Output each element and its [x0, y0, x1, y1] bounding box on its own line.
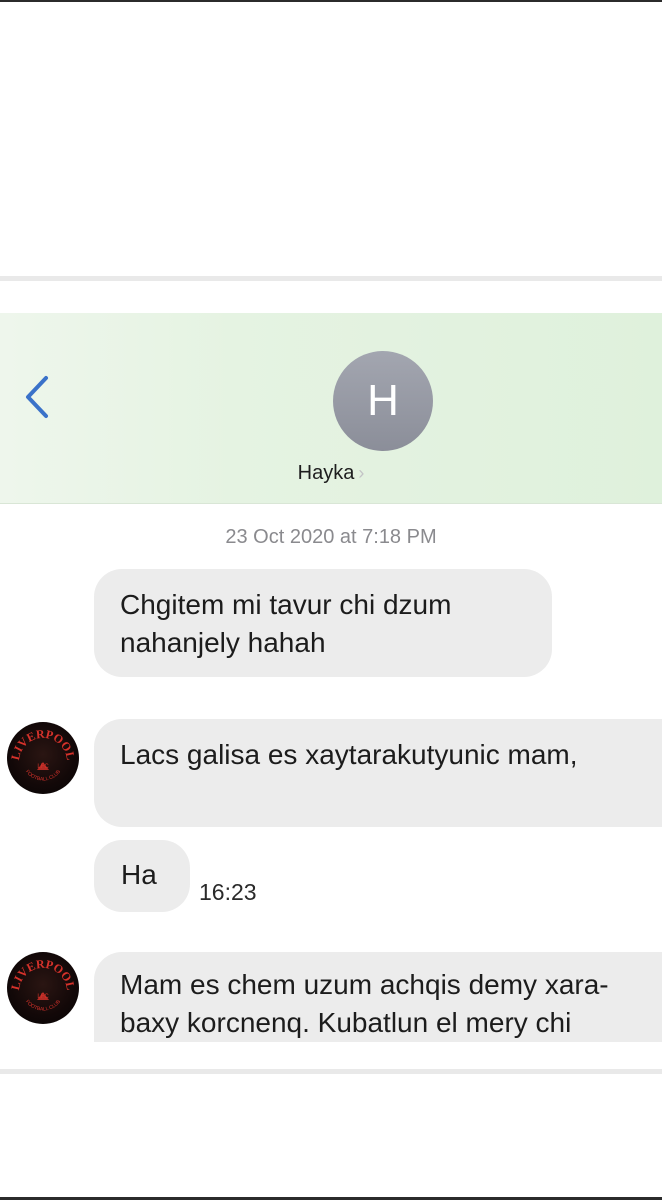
message-bubble[interactable]: Mam es chem uzum achqis demy xara-baxy k…: [94, 952, 662, 1042]
svg-text:FOOTBALL CLUB: FOOTBALL CLUB: [24, 998, 62, 1012]
liverpool-logo-icon: LIVERPOOL FOOTBALL CLUB LFC: [8, 957, 78, 1013]
contact-avatar[interactable]: H: [333, 351, 433, 451]
message-text-clip: Mam es chem uzum achqis demy xara-baxy k…: [120, 966, 636, 1042]
message-text: Ha: [121, 859, 157, 890]
chevron-right-icon: ›: [358, 463, 365, 483]
message-text: Mam es chem uzum achqis demy xara-baxy k…: [120, 969, 609, 1038]
screenshot-page: H Hayka › 23 Oct 2020 at 7:18 PM Chgitem …: [0, 0, 662, 1200]
sender-avatar[interactable]: LIVERPOOL FOOTBALL CLUB LFC: [7, 952, 79, 1024]
top-border: [0, 0, 662, 2]
contact-name[interactable]: Hayka: [298, 462, 355, 484]
contact-initial: H: [367, 376, 399, 425]
chevron-left-icon: [26, 376, 48, 418]
sender-avatar[interactable]: LIVERPOOL FOOTBALL CLUB LFC: [7, 722, 79, 794]
liverpool-logo-icon: LIVERPOOL FOOTBALL CLUB LFC: [8, 727, 78, 783]
message-bubble[interactable]: Lacs galisa es xaytarakutyunic mam,: [94, 719, 662, 827]
divider-top: [0, 276, 662, 281]
message-time: 16:23: [199, 879, 257, 905]
contact-name-row: Hayka ›: [0, 462, 662, 485]
crop-gap: [0, 1042, 662, 1069]
svg-text:LIVERPOOL: LIVERPOOL: [8, 957, 78, 992]
divider-bottom: [0, 1069, 662, 1074]
message-text: Chgitem mi tavur chi dzum nahanjely haha…: [120, 589, 452, 658]
message-bubble[interactable]: Ha: [94, 840, 190, 912]
back-button[interactable]: [20, 372, 56, 422]
message-text: Lacs galisa es xaytarakutyunic mam,: [120, 739, 578, 770]
conversation-timestamp: 23 Oct 2020 at 7:18 PM: [225, 526, 437, 548]
message-bubble[interactable]: Chgitem mi tavur chi dzum nahanjely haha…: [94, 569, 552, 677]
svg-text:FOOTBALL CLUB: FOOTBALL CLUB: [24, 768, 62, 782]
svg-text:LIVERPOOL: LIVERPOOL: [8, 727, 78, 762]
